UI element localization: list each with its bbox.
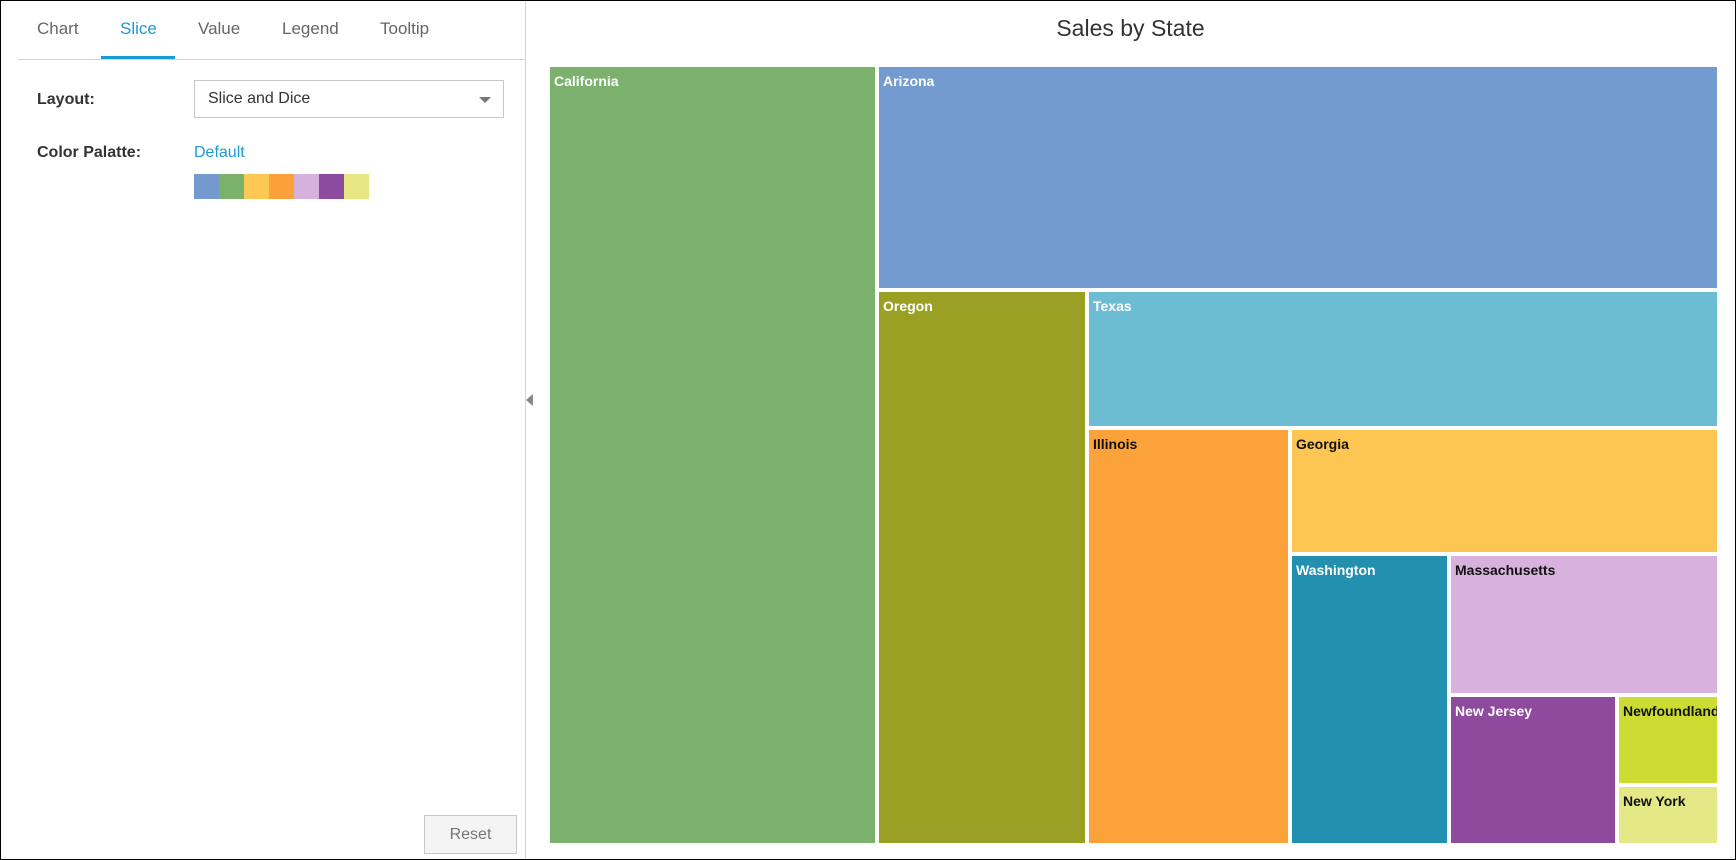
reset-button[interactable]: Reset xyxy=(424,815,517,854)
chevron-down-icon xyxy=(479,97,491,103)
layout-label: Layout: xyxy=(37,91,95,108)
treemap-tile-label: New Jersey xyxy=(1455,703,1533,719)
treemap-tile-label: Texas xyxy=(1093,298,1132,314)
layout-dropdown[interactable]: Slice and Dice xyxy=(194,80,504,118)
active-tab-indicator xyxy=(101,56,175,59)
treemap-tile-label: Massachusetts xyxy=(1455,562,1556,578)
layout-dropdown-value: Slice and Dice xyxy=(208,90,311,107)
palette-swatch xyxy=(344,174,369,199)
settings-panel: Chart Slice Value Legend Tooltip Layout:… xyxy=(18,1,526,859)
treemap-tile-new-jersey[interactable]: New Jersey xyxy=(1451,697,1615,843)
tab-chart[interactable]: Chart xyxy=(37,19,79,39)
treemap-tile-texas[interactable]: Texas xyxy=(1089,292,1717,426)
treemap-tile-label: Arizona xyxy=(883,73,935,89)
tab-legend[interactable]: Legend xyxy=(282,19,339,39)
palette-swatch xyxy=(244,174,269,199)
palette-swatch xyxy=(194,174,219,199)
treemap-tile-georgia[interactable]: Georgia xyxy=(1292,430,1717,552)
treemap-tile-label: California xyxy=(554,73,619,89)
treemap-tile-arizona[interactable]: Arizona xyxy=(879,67,1717,288)
color-palette-label: Color Palatte: xyxy=(37,144,142,161)
treemap-tile-label: Washington xyxy=(1296,562,1376,578)
treemap-chart: California Arizona Oregon Texas Illinois Geor… xyxy=(550,67,1717,843)
treemap-tile-newfoundland[interactable]: Newfoundland xyxy=(1619,697,1717,783)
color-palette-link[interactable]: Default xyxy=(194,144,245,162)
treemap-tile-label: Newfoundland xyxy=(1623,703,1717,719)
app-window: Chart Slice Value Legend Tooltip Layout:… xyxy=(0,0,1736,860)
tab-slice[interactable]: Slice xyxy=(120,19,157,39)
tab-tooltip[interactable]: Tooltip xyxy=(380,19,429,39)
palette-swatch xyxy=(319,174,344,199)
palette-swatch xyxy=(219,174,244,199)
palette-swatch xyxy=(269,174,294,199)
palette-swatch xyxy=(294,174,319,199)
treemap-tile-washington[interactable]: Washington xyxy=(1292,556,1447,843)
treemap-tile-label: Oregon xyxy=(883,298,933,314)
treemap-tile-california[interactable]: California xyxy=(550,67,875,843)
treemap-tile-massachusetts[interactable]: Massachusetts xyxy=(1451,556,1717,693)
treemap-tile-illinois[interactable]: Illinois xyxy=(1089,430,1288,843)
tab-value[interactable]: Value xyxy=(198,19,240,39)
tab-bar: Chart Slice Value Legend Tooltip xyxy=(18,1,525,60)
chart-title: Sales by State xyxy=(1056,15,1205,41)
treemap-tile-label: Illinois xyxy=(1093,436,1138,452)
treemap-tile-label: Georgia xyxy=(1296,436,1349,452)
treemap-tile-oregon[interactable]: Oregon xyxy=(879,292,1085,843)
treemap-tile-new-york[interactable]: New York xyxy=(1619,787,1717,843)
collapse-panel-icon[interactable] xyxy=(526,394,533,406)
treemap-tile-label: New York xyxy=(1623,793,1686,809)
color-palette-swatches[interactable] xyxy=(194,174,369,199)
